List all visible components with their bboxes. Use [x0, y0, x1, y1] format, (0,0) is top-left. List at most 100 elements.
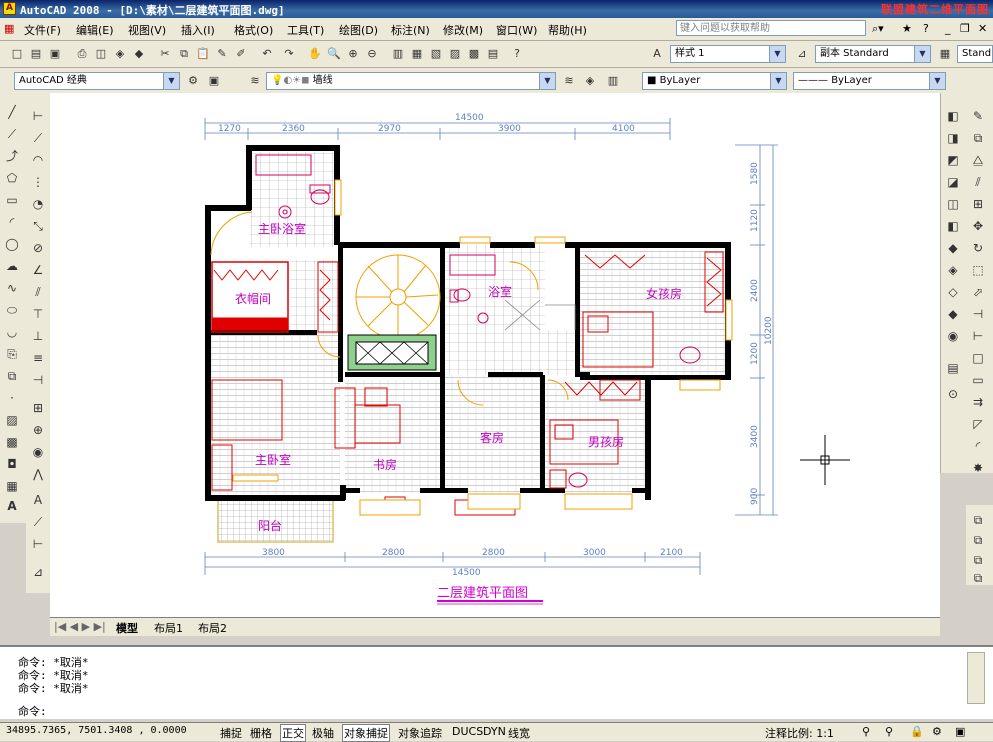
move-icon[interactable]: ✥ — [969, 217, 987, 235]
line-icon[interactable]: ╱ — [3, 103, 21, 121]
trim-icon[interactable]: ⊣ — [969, 305, 987, 323]
view-se-icon[interactable]: ◈ — [944, 261, 962, 279]
preview-icon[interactable]: ◫ — [92, 45, 110, 63]
dim-update-icon[interactable]: ⊢ — [29, 535, 47, 553]
ortho-toggle[interactable]: 正交 — [280, 724, 306, 742]
view-nw-icon[interactable]: ◆ — [944, 305, 962, 323]
ducs-toggle[interactable]: DUCS — [452, 725, 483, 738]
bring-above-icon[interactable]: ⧉ — [969, 551, 987, 569]
block-editor-icon[interactable]: ✐ — [232, 45, 250, 63]
tab-layout1[interactable]: 布局1 — [154, 620, 183, 636]
new-icon[interactable]: □ — [8, 45, 26, 63]
3dplot-icon[interactable]: ◆ — [130, 45, 148, 63]
gradient-icon[interactable]: ▩ — [3, 433, 21, 451]
clean-screen-icon[interactable]: ▣ — [955, 725, 965, 738]
view-top-icon[interactable]: ◧ — [944, 107, 962, 125]
matchprop-icon[interactable]: ✎ — [213, 45, 231, 63]
dim-space-icon[interactable]: ≡ — [29, 349, 47, 367]
text-style-icon[interactable]: A — [648, 45, 666, 63]
copy-object-icon[interactable]: ⧉ — [969, 129, 987, 147]
view-back-icon[interactable]: ◧ — [944, 217, 962, 235]
dim-ordinate-icon[interactable]: ⋮ — [29, 173, 47, 191]
publish-icon[interactable]: ◈ — [111, 45, 129, 63]
send-back-icon[interactable]: ⧉ — [969, 531, 987, 549]
dyn-toggle[interactable]: DYN — [483, 725, 506, 738]
workspace-select[interactable]: AutoCAD 经典 ▼ — [14, 72, 180, 90]
quick-dim-icon[interactable]: ⫽ — [29, 283, 47, 301]
restore-icon[interactable]: ❐ — [960, 22, 970, 35]
fillet-icon[interactable]: ◜ — [969, 437, 987, 455]
calculator-icon[interactable]: ▤ — [484, 45, 502, 63]
chamfer-icon[interactable]: ◸ — [969, 415, 987, 433]
close-icon[interactable]: ✕ — [978, 22, 987, 35]
polar-toggle[interactable]: 极轴 — [312, 725, 334, 741]
paste-icon[interactable]: 📋 — [194, 45, 212, 63]
cut-icon[interactable]: ✂ — [156, 45, 174, 63]
color-select[interactable]: ■ ByLayer ▼ — [642, 72, 787, 90]
view-left-icon[interactable]: ◩ — [944, 151, 962, 169]
menu-modify[interactable]: 修改(M) — [443, 22, 483, 38]
tab-nav-icon[interactable]: |◀ ◀ ▶ ▶| — [54, 620, 106, 633]
annotation-visibility-icon[interactable]: ⚲ — [862, 725, 870, 738]
tolerance-icon[interactable]: ⊞ — [29, 399, 47, 417]
save-icon[interactable]: ▣ — [46, 45, 64, 63]
view-right-icon[interactable]: ◪ — [944, 173, 962, 191]
workspace-save-icon[interactable]: ▣ — [205, 72, 223, 90]
dim-arc-icon[interactable]: ◠ — [29, 151, 47, 169]
mtext-icon[interactable]: A — [3, 497, 21, 515]
menu-insert[interactable]: 插入(I) — [181, 22, 215, 38]
dim-baseline-icon[interactable]: ⊤ — [29, 305, 47, 323]
rotate-icon[interactable]: ↻ — [969, 239, 987, 257]
auto-scale-icon[interactable]: ⚲ — [885, 725, 893, 738]
markup-icon[interactable]: ▩ — [465, 45, 483, 63]
construction-line-icon[interactable]: ⟋ — [3, 125, 21, 143]
arc-icon[interactable]: ◜ — [3, 213, 21, 231]
doc-icon[interactable]: ▦ — [4, 22, 14, 35]
extend-icon[interactable]: ⊢ — [969, 327, 987, 345]
table-style-select[interactable]: Stand — [957, 45, 993, 63]
layer-select[interactable]: 💡◐☀◼ 墙线 ▼ — [266, 72, 556, 90]
view-sw-icon[interactable]: ◆ — [944, 239, 962, 257]
properties-icon[interactable]: ▥ — [389, 45, 407, 63]
dim-edit-icon[interactable]: A — [29, 491, 47, 509]
insert-block-icon[interactable]: ⎘ — [3, 345, 21, 363]
rectangle-icon[interactable]: ▭ — [3, 191, 21, 209]
named-views-icon[interactable]: ▤ — [944, 359, 962, 377]
command-prompt[interactable]: 命令: — [18, 703, 47, 719]
view-bottom-icon[interactable]: ◨ — [944, 129, 962, 147]
make-current-icon[interactable]: ≋ — [560, 72, 578, 90]
menu-window[interactable]: 窗口(W) — [496, 22, 537, 38]
snap-toggle[interactable]: 捕捉 — [220, 725, 242, 741]
dim-diameter-icon[interactable]: ⊘ — [29, 239, 47, 257]
sheet-set-icon[interactable]: ▨ — [446, 45, 464, 63]
help-button-icon[interactable]: ? — [508, 45, 526, 63]
minimize-icon[interactable]: _ — [945, 22, 951, 35]
zoom-window-icon[interactable]: ⊕ — [344, 45, 362, 63]
polygon-icon[interactable]: ⬠ — [3, 169, 21, 187]
pan-icon[interactable]: ✋ — [306, 45, 324, 63]
explode-icon[interactable]: ✸ — [969, 459, 987, 477]
dim-style-icon[interactable]: ⊿ — [793, 45, 811, 63]
point-icon[interactable]: · — [3, 389, 21, 407]
menu-draw[interactable]: 绘图(D) — [339, 22, 378, 38]
scale-icon[interactable]: ⬚ — [969, 261, 987, 279]
dim-style-select[interactable]: 副本 Standard ▼ — [815, 45, 931, 63]
undo-icon[interactable]: ↶ — [258, 45, 276, 63]
layer-manager-icon[interactable]: ≋ — [246, 72, 264, 90]
menu-dimension[interactable]: 标注(N) — [391, 22, 430, 38]
bring-front-icon[interactable]: ⧉ — [969, 511, 987, 529]
center-mark-icon[interactable]: ⊕ — [29, 421, 47, 439]
break-at-point-icon[interactable]: ▭ — [969, 371, 987, 389]
jogged-linear-icon[interactable]: ⋀ — [29, 465, 47, 483]
dim-jogged-icon[interactable]: ⤡ — [29, 217, 47, 235]
menu-view[interactable]: 视图(V) — [128, 22, 166, 38]
help-icon[interactable]: ? — [923, 22, 929, 35]
mirror-icon[interactable]: ⧋ — [969, 151, 987, 169]
linetype-select[interactable]: ——— ByLayer ▼ — [793, 72, 946, 90]
table-style-icon[interactable]: ▦ — [936, 45, 954, 63]
dim-aligned-icon[interactable]: ⟋ — [29, 129, 47, 147]
tool-palette-icon[interactable]: ▧ — [427, 45, 445, 63]
view-front-icon[interactable]: ◫ — [944, 195, 962, 213]
dim-style-toolbar-icon[interactable]: ⊿ — [29, 563, 47, 581]
zoom-previous-icon[interactable]: ⊖ — [363, 45, 381, 63]
